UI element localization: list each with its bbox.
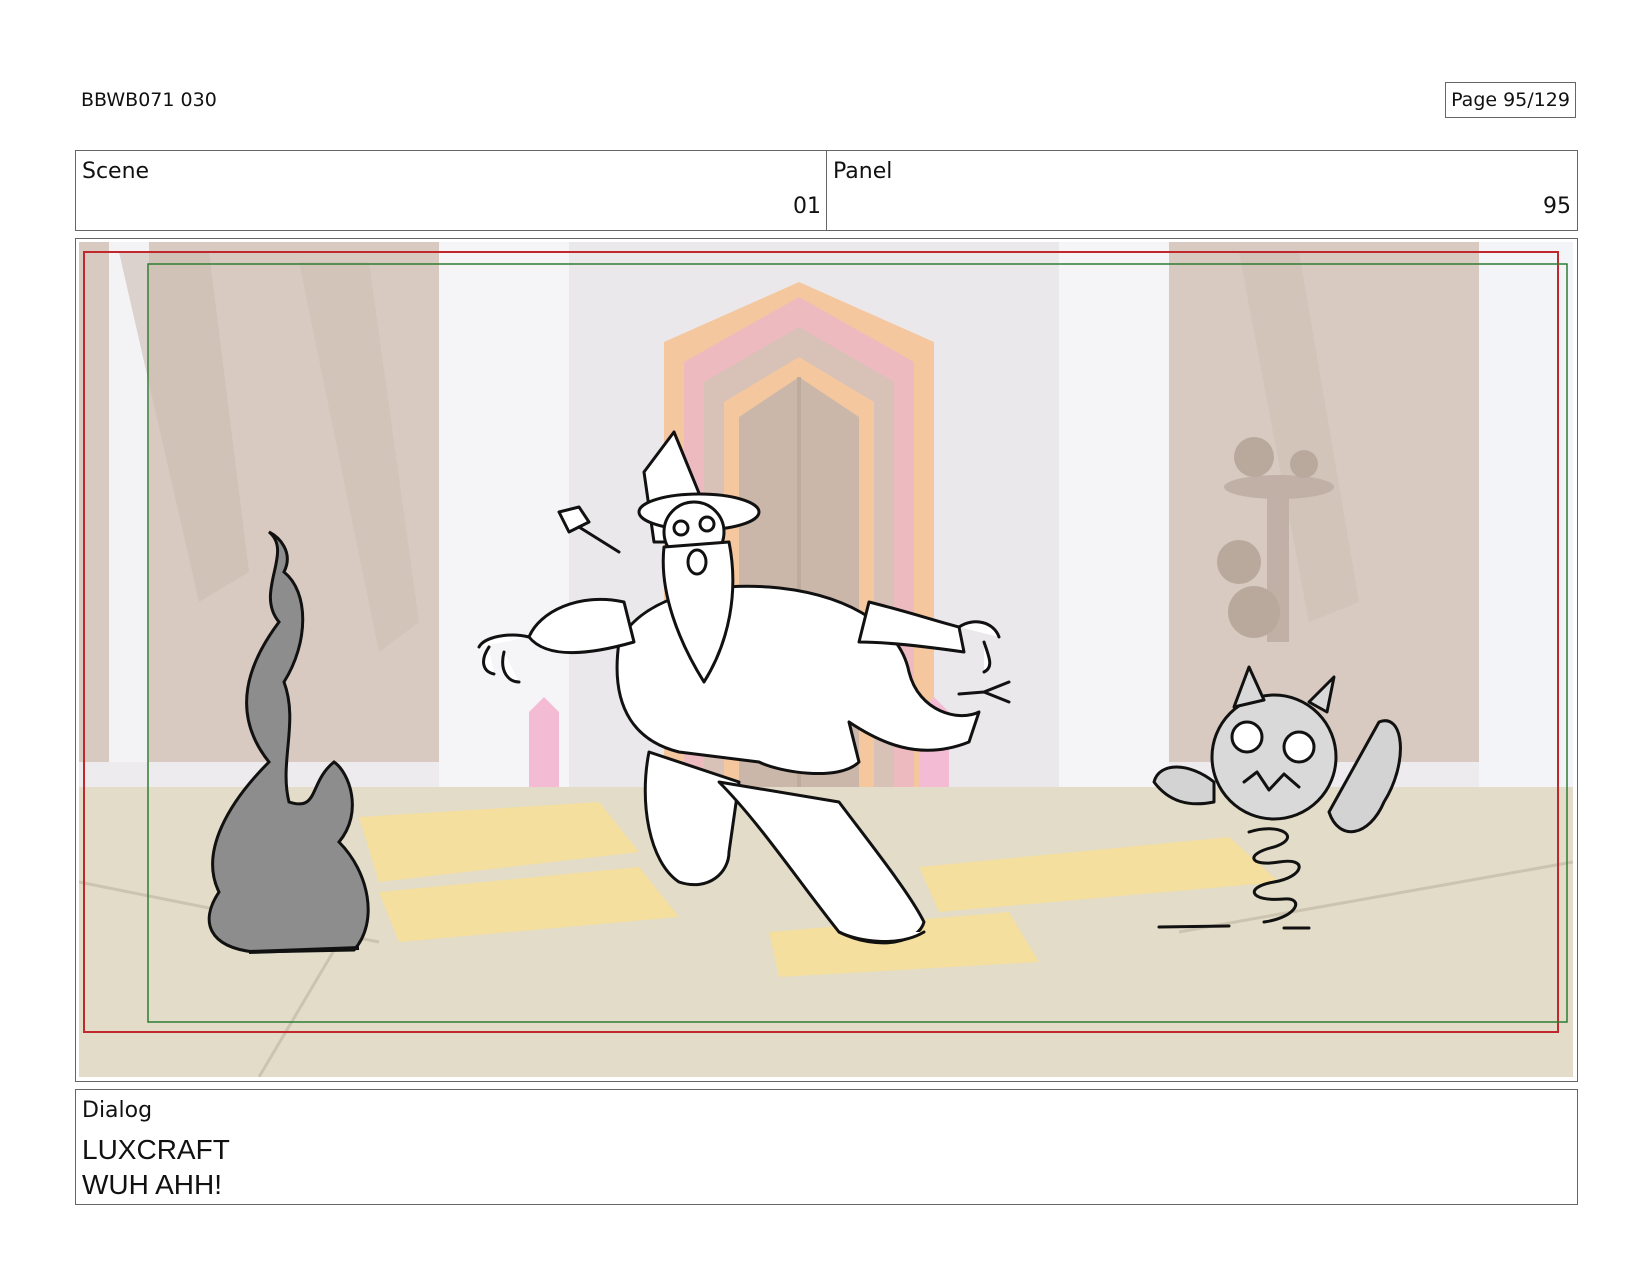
page-label: Page	[1451, 89, 1498, 111]
dialog-label: Dialog	[82, 1098, 153, 1123]
page-number: 95/129	[1503, 89, 1570, 111]
scene-number: 01	[793, 194, 821, 219]
dialog-line: WUH AHH!	[82, 1169, 222, 1200]
panel-field: Panel 95	[826, 150, 1578, 231]
storyboard-frame	[75, 238, 1578, 1082]
scene-field: Scene 01	[75, 150, 827, 231]
page-indicator: Page 95/129	[1445, 82, 1576, 118]
panel-number: 95	[1543, 194, 1571, 219]
dialog-speaker: LUXCRAFT	[82, 1134, 230, 1165]
scene-label: Scene	[82, 159, 150, 184]
document-id: BBWB071 030	[81, 89, 217, 111]
storyboard-sketch-icon	[79, 242, 1573, 1077]
dialog-field: Dialog LUXCRAFT WUH AHH!	[75, 1089, 1578, 1205]
panel-label: Panel	[833, 159, 893, 184]
